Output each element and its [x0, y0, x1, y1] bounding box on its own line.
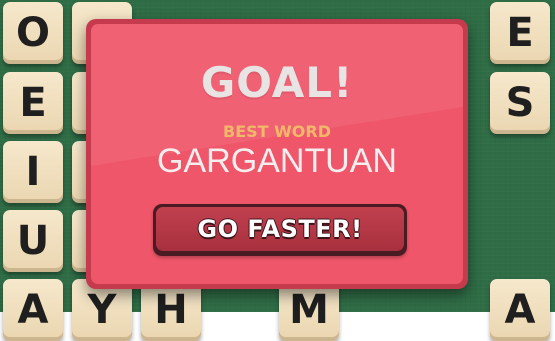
tile-letter: H [154, 287, 188, 333]
letter-tile[interactable]: U [3, 210, 63, 272]
goal-dialog: GOAL! BEST WORD GARGANTUAN GO FASTER! [86, 19, 468, 289]
tile-letter: E [506, 10, 534, 56]
tile-letter: S [505, 80, 535, 126]
go-faster-label: GO FASTER! [197, 215, 363, 243]
tile-letter: I [25, 149, 41, 195]
tile-letter: O [15, 10, 50, 56]
letter-tile[interactable]: A [490, 279, 550, 341]
go-faster-button[interactable]: GO FASTER! [153, 204, 407, 256]
tile-letter: U [16, 218, 50, 264]
tile-letter: M [289, 287, 329, 333]
letter-tile[interactable]: O [3, 2, 63, 64]
best-word-value: GARGANTUAN [157, 142, 397, 180]
letter-tile[interactable]: E [490, 2, 550, 64]
go-faster-button-face[interactable]: GO FASTER! [156, 207, 404, 251]
tile-letter: A [17, 287, 49, 333]
goal-title: GOAL! [200, 58, 354, 107]
letter-tile[interactable]: E [3, 72, 63, 134]
letter-tile[interactable]: S [490, 72, 550, 134]
tile-letter: E [19, 80, 47, 126]
letter-tile[interactable]: I [3, 141, 63, 203]
goal-dialog-panel: GOAL! BEST WORD GARGANTUAN GO FASTER! [91, 24, 463, 284]
tile-letter: Y [87, 287, 117, 333]
tile-letter: A [504, 287, 536, 333]
best-word-label: BEST WORD [223, 122, 331, 141]
letter-tile[interactable]: A [3, 279, 63, 341]
